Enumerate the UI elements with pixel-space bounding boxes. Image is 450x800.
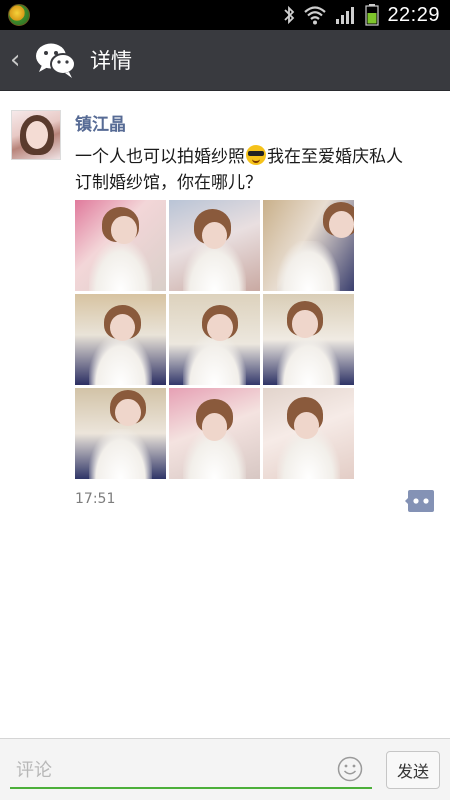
photo-figure-dress (88, 240, 153, 291)
smiley-icon[interactable] (337, 756, 363, 782)
photo-figure-dress (276, 240, 341, 291)
battery-icon (365, 4, 380, 26)
status-icons: 22:29 (283, 4, 440, 27)
comment-input[interactable] (10, 753, 372, 789)
photo-thumbnail[interactable] (169, 388, 260, 479)
post-timestamp: 17:51 (75, 491, 116, 507)
photo-thumbnail[interactable] (263, 388, 354, 479)
photo-figure-dress (276, 334, 341, 385)
photo-thumbnail[interactable] (263, 294, 354, 385)
app-badge-icon (8, 4, 30, 26)
photo-figure-head (115, 398, 141, 427)
send-button[interactable]: 发送 (386, 751, 440, 789)
back-chevron-icon[interactable]: ‹ (10, 47, 26, 73)
photo-thumbnail[interactable] (75, 200, 166, 291)
bluetooth-icon (283, 5, 295, 25)
signal-icon (335, 5, 357, 25)
photo-figure-head (207, 314, 233, 342)
avatar[interactable] (11, 110, 61, 160)
page-title: 详情 (90, 49, 132, 73)
photo-figure-dress (88, 334, 153, 385)
wifi-icon (303, 5, 327, 25)
photo-grid (75, 200, 354, 479)
comment-bubble-icon[interactable] (405, 489, 435, 513)
photo-figure-dress (88, 428, 153, 479)
photo-thumbnail[interactable] (169, 200, 260, 291)
post-text: 一个人也可以拍婚纱照 我在至爱婚庆私人订制婚纱馆，你在哪儿？ (75, 144, 415, 196)
author-name[interactable]: 镇江晶 (75, 110, 126, 135)
status-bar: 22:29 (0, 0, 450, 30)
photo-figure-head (328, 210, 354, 239)
photo-thumbnail[interactable] (75, 388, 166, 479)
post-text-part1: 一个人也可以拍婚纱照 (75, 147, 245, 167)
status-clock: 22:29 (387, 3, 440, 26)
photo-thumbnail[interactable] (263, 200, 354, 291)
photo-figure-head (111, 216, 137, 244)
avatar-face (26, 121, 48, 149)
photo-figure-head (201, 413, 228, 441)
photo-figure-dress (182, 334, 247, 385)
photo-thumbnail[interactable] (169, 294, 260, 385)
comment-bar: 发送 (0, 738, 450, 800)
photo-figure-head (201, 221, 228, 250)
title-bar: ‹ 详情 (0, 30, 450, 91)
photo-thumbnail[interactable] (75, 294, 166, 385)
photo-figure-head (292, 310, 318, 338)
wechat-icon[interactable] (34, 40, 78, 80)
sunglasses-emoji-icon (246, 145, 266, 165)
